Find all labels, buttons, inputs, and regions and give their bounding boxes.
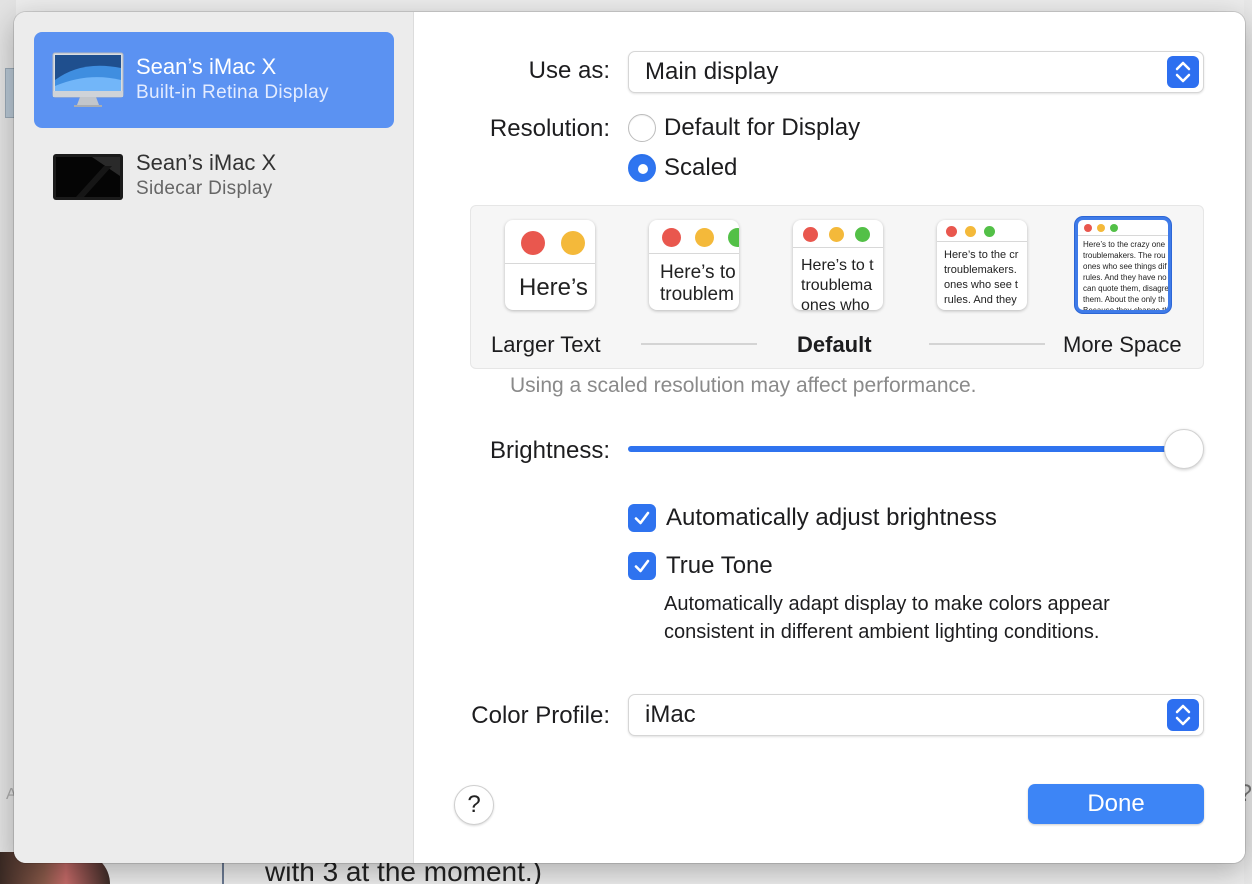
zoom-dot-icon — [1110, 224, 1118, 232]
color-profile-popup[interactable]: iMac — [628, 694, 1204, 736]
minimize-dot-icon — [965, 226, 976, 237]
true-tone-description: Automatically adapt display to make colo… — [664, 593, 1110, 643]
close-dot-icon — [1084, 224, 1092, 232]
minimize-dot-icon — [695, 228, 714, 247]
radio-label: Scaled — [664, 154, 738, 181]
background-divider — [222, 860, 224, 884]
use-as-label: Use as: — [528, 57, 610, 84]
scale-label-larger-text: Larger Text — [491, 332, 601, 357]
display-subtitle: Built-in Retina Display — [136, 82, 329, 103]
display-name: Sean’s iMac X — [136, 54, 277, 79]
scale-label-default: Default — [797, 332, 872, 357]
close-dot-icon — [803, 227, 818, 242]
zoom-dot-icon — [855, 227, 870, 242]
thumbnail-sample-text: Here’s to the crazy one troublemakers. T… — [1083, 240, 1168, 313]
scale-option-4[interactable]: Here’s to the cr troublemakers. ones who… — [937, 220, 1027, 310]
display-item-sidecar[interactable]: Sean’s iMac X Sidecar Display — [34, 128, 394, 224]
thumbnail-sample-text: Here’s — [519, 274, 588, 301]
thumbnail-sample-text: Here’s to troublem — [660, 262, 736, 305]
display-item-text: Sean’s iMac X Built-in Retina Display — [136, 54, 329, 106]
scale-option-larger-text[interactable]: Here’s — [505, 220, 595, 310]
display-item-text: Sean’s iMac X Sidecar Display — [136, 150, 276, 202]
background-right-strip — [1244, 0, 1252, 884]
display-item-builtin[interactable]: Sean’s iMac X Built-in Retina Display — [34, 32, 394, 128]
thumbnail-sample-text: Here’s to the cr troublemakers. ones who… — [944, 249, 1019, 306]
minimize-dot-icon — [561, 231, 585, 255]
use-as-popup[interactable]: Main display — [628, 51, 1204, 93]
true-tone-option[interactable]: True Tone — [628, 552, 773, 580]
brightness-label: Brightness: — [489, 437, 610, 464]
checkbox-checked[interactable] — [628, 552, 656, 580]
chevron-updown-icon — [1167, 699, 1199, 731]
checkbox-label: Automatically adjust brightness — [666, 504, 997, 531]
imac-display-icon — [52, 50, 124, 110]
checkbox-checked[interactable] — [628, 504, 656, 532]
resolution-label: Resolution: — [489, 115, 610, 142]
performance-note: Using a scaled resolution may affect per… — [510, 374, 977, 397]
scale-option-more-space[interactable]: Here’s to the crazy one troublemakers. T… — [1075, 217, 1171, 313]
close-dot-icon — [521, 231, 545, 255]
scale-option-default[interactable]: Here’s to t troublema ones who — [793, 220, 883, 310]
brightness-slider-track[interactable] — [628, 446, 1200, 452]
resolution-default-option[interactable]: Default for Display — [628, 114, 860, 142]
ipad-display-icon — [52, 146, 124, 206]
radio-label: Default for Display — [664, 114, 861, 141]
done-button[interactable]: Done — [1028, 784, 1204, 824]
zoom-dot-icon — [984, 226, 995, 237]
color-profile-label: Color Profile: — [471, 702, 610, 729]
use-as-value: Main display — [645, 58, 779, 85]
checkmark-icon — [634, 511, 650, 525]
brightness-slider-knob[interactable] — [1164, 429, 1204, 469]
scale-label-more-space: More Space — [1063, 332, 1182, 357]
thumbnail-sample-text: Here’s to t troublema ones who — [801, 257, 874, 310]
display-settings-sheet: Sean’s iMac X Built-in Retina Display Se… — [14, 12, 1245, 863]
radio-button-selected[interactable] — [628, 154, 656, 182]
scale-option-2[interactable]: Here’s to troublem — [649, 220, 739, 310]
chevron-updown-icon — [1167, 56, 1199, 88]
close-dot-icon — [662, 228, 681, 247]
close-dot-icon — [946, 226, 957, 237]
checkmark-icon — [634, 559, 650, 573]
minimize-dot-icon — [829, 227, 844, 242]
scale-divider — [929, 343, 1045, 345]
help-button[interactable]: ? — [454, 785, 494, 825]
auto-brightness-option[interactable]: Automatically adjust brightness — [628, 504, 997, 532]
resolution-scaled-option[interactable]: Scaled — [628, 154, 737, 182]
scale-divider — [641, 343, 757, 345]
radio-button[interactable] — [628, 114, 656, 142]
minimize-dot-icon — [1097, 224, 1105, 232]
scaled-resolution-picker: Here’s Here’s to troublem Here’s to t tr… — [470, 205, 1204, 369]
checkbox-label: True Tone — [666, 552, 773, 579]
display-subtitle: Sidecar Display — [136, 178, 273, 199]
display-list-sidebar: Sean’s iMac X Built-in Retina Display Se… — [14, 12, 414, 863]
display-settings-panel: Use as: Main display Resolution: Default… — [414, 12, 1245, 863]
color-profile-value: iMac — [645, 701, 696, 728]
display-name: Sean’s iMac X — [136, 150, 277, 175]
